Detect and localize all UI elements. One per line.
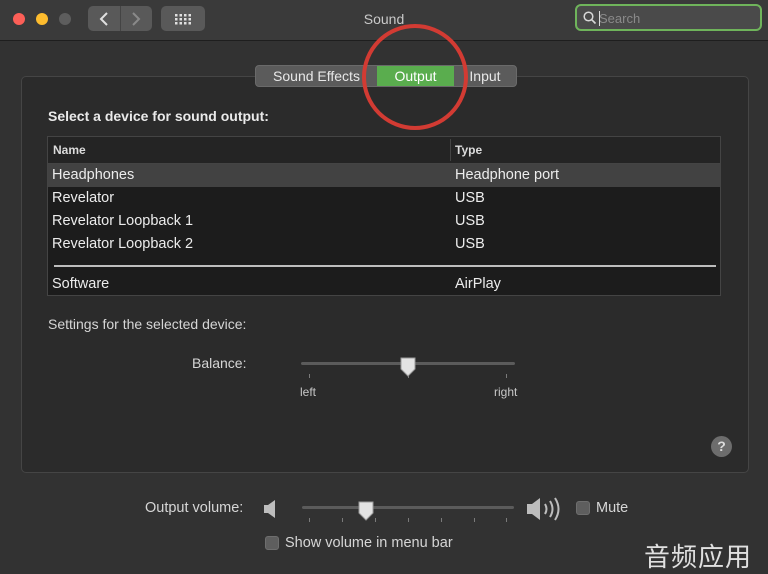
table-divider xyxy=(54,265,716,267)
speaker-low-icon xyxy=(264,500,275,518)
balance-right-label: right xyxy=(494,385,518,399)
balance-tick xyxy=(309,374,310,378)
device-name: Software xyxy=(52,276,110,292)
speaker-high-icon xyxy=(527,497,560,521)
watermark-text: 音频应用 xyxy=(644,543,753,573)
search-icon xyxy=(583,11,597,25)
output-volume-label: Output volume: xyxy=(145,500,244,516)
volume-tick xyxy=(441,518,442,522)
output-heading: Select a device for sound output: xyxy=(48,108,269,124)
balance-knob[interactable] xyxy=(399,356,417,378)
volume-tick xyxy=(408,518,409,522)
table-row[interactable]: Software AirPlay xyxy=(48,273,720,296)
volume-knob[interactable] xyxy=(357,500,375,522)
device-type: USB xyxy=(455,213,485,229)
volume-tick xyxy=(342,518,343,522)
device-type: AirPlay xyxy=(455,276,501,292)
volume-track[interactable] xyxy=(302,506,514,509)
table-row[interactable]: Revelator USB xyxy=(48,187,720,210)
volume-tick xyxy=(474,518,475,522)
search-field[interactable] xyxy=(575,4,762,31)
annotation-circle xyxy=(362,24,468,130)
mute-label[interactable]: Mute xyxy=(596,500,628,516)
show-volume-label[interactable]: Show volume in menu bar xyxy=(285,535,453,551)
column-header-name[interactable]: Name xyxy=(53,143,86,157)
column-separator xyxy=(450,139,451,161)
table-row[interactable]: Headphones Headphone port xyxy=(48,164,720,187)
volume-tick xyxy=(375,518,376,522)
table-header: Name Type xyxy=(48,137,720,164)
show-volume-checkbox[interactable] xyxy=(265,536,279,550)
device-name: Revelator xyxy=(52,190,115,206)
device-type: Headphone port xyxy=(455,167,559,183)
device-name: Headphones xyxy=(52,167,135,183)
device-name: Revelator Loopback 1 xyxy=(52,213,194,229)
column-header-type[interactable]: Type xyxy=(455,143,482,157)
balance-left-label: left xyxy=(300,385,317,399)
volume-tick xyxy=(309,518,310,522)
volume-tick xyxy=(506,518,507,522)
settings-heading: Settings for the selected device: xyxy=(48,316,247,332)
balance-label: Balance: xyxy=(192,355,247,371)
device-type: USB xyxy=(455,190,485,206)
tab-sound-effects[interactable]: Sound Effects xyxy=(256,66,377,86)
search-input[interactable] xyxy=(599,9,754,27)
table-row[interactable]: Revelator Loopback 1 USB xyxy=(48,210,720,233)
device-name: Revelator Loopback 2 xyxy=(52,236,194,252)
device-table: Name Type Headphones Headphone port Reve… xyxy=(47,136,721,296)
text-cursor xyxy=(599,11,600,26)
balance-tick xyxy=(506,374,507,378)
help-button[interactable]: ? xyxy=(711,436,732,457)
mute-checkbox[interactable] xyxy=(576,501,590,515)
table-row[interactable]: Revelator Loopback 2 USB xyxy=(48,233,720,256)
device-type: USB xyxy=(455,236,485,252)
